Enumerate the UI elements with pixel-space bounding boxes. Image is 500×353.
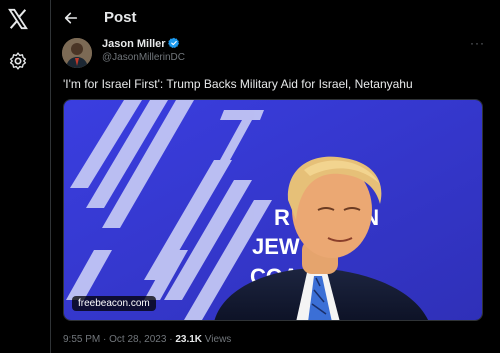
- more-options-button[interactable]: ···: [470, 36, 485, 50]
- post-text: 'I'm for Israel First': Trump Backs Mili…: [63, 77, 413, 91]
- views-count: 23.1K: [175, 334, 203, 345]
- author-name[interactable]: Jason Miller: [102, 38, 166, 50]
- page-title: Post: [104, 9, 137, 26]
- post-date[interactable]: Oct 28, 2023: [109, 334, 166, 345]
- backdrop-text-line-2: JEW: [252, 234, 300, 259]
- post-time[interactable]: 9:55 PM: [63, 334, 100, 345]
- media-source-badge[interactable]: freebeacon.com: [72, 296, 156, 311]
- post-header: Post: [51, 0, 500, 38]
- post-media-image[interactable]: R BLICAN JEW COA freebeacon.com: [63, 99, 483, 321]
- views-label: Views: [204, 334, 232, 345]
- left-navigation-rail: [0, 0, 51, 353]
- meta-separator: ·: [169, 334, 173, 345]
- meta-separator: ·: [103, 334, 107, 345]
- author-handle[interactable]: @JasonMillerinDC: [102, 52, 185, 63]
- verified-badge-icon: [168, 37, 180, 49]
- arrow-left-icon[interactable]: [63, 10, 79, 26]
- post-timestamp-views: 9:55 PM · Oct 28, 2023 · 23.1K Views: [63, 334, 231, 345]
- gear-icon[interactable]: [8, 51, 28, 71]
- avatar[interactable]: [62, 38, 92, 68]
- x-logo-icon[interactable]: [7, 8, 29, 30]
